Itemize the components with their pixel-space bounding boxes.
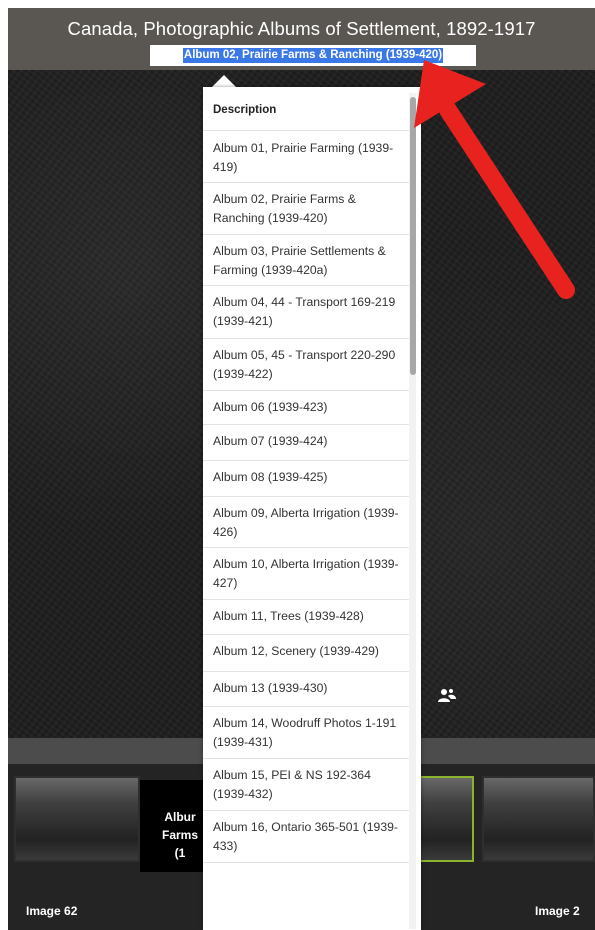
title-bar: Canada, Photographic Albums of Settlemen… [8,8,595,70]
dropdown-item[interactable]: Album 11, Trees (1939-428) [203,600,411,635]
dropdown-item[interactable]: Album 15, PEI & NS 192-364 (1939-432) [203,759,411,811]
thumbnail-image-2[interactable] [482,776,595,862]
album-select-value: Album 02, Prairie Farms & Ranching (1939… [182,48,444,63]
dropdown-header: Description [203,101,411,131]
dropdown-item[interactable]: Album 02, Prairie Farms & Ranching (1939… [203,183,411,235]
album-dropdown-list: Description Album 01, Prairie Farming (1… [203,87,421,930]
dropdown-item[interactable]: Album 05, 45 - Transport 220-290 (1939-4… [203,339,411,391]
dropdown-item[interactable]: Album 08 (1939-425) [203,461,411,497]
dropdown-caret [212,75,236,87]
dropdown-item[interactable]: Album 01, Prairie Farming (1939-419) [203,132,411,183]
dropdown-item[interactable]: Album 12, Scenery (1939-429) [203,635,411,672]
dropdown-item[interactable]: Album 04, 44 - Transport 169-219 (1939-4… [203,286,411,339]
dropdown-item[interactable]: Album 13 (1939-430) [203,672,411,707]
dropdown-item[interactable]: Album 07 (1939-424) [203,425,411,461]
dropdown-scrollbar-thumb[interactable] [410,97,416,375]
dropdown-item[interactable]: Album 14, Woodruff Photos 1-191 (1939-43… [203,707,411,759]
thumbnail-label-left: Image 62 [26,904,78,918]
collection-title: Canada, Photographic Albums of Settlemen… [67,18,536,39]
dropdown-item[interactable]: Album 06 (1939-423) [203,391,411,425]
thumbnail-selected[interactable] [416,776,474,862]
thumbnail-label-right: Image 2 [535,904,580,918]
dropdown-item[interactable]: Album 10, Alberta Irrigation (1939-427) [203,548,411,600]
dropdown-item[interactable]: Album 03, Prairie Settlements & Farming … [203,235,411,286]
dropdown-item[interactable]: Album 09, Alberta Irrigation (1939-426) [203,497,411,548]
dropdown-item[interactable]: Album 16, Ontario 365-501 (1939-433) [203,811,411,863]
thumbnail-image-62[interactable] [14,776,140,862]
album-select[interactable]: Album 02, Prairie Farms & Ranching (1939… [150,45,476,66]
users-icon[interactable] [437,687,457,703]
